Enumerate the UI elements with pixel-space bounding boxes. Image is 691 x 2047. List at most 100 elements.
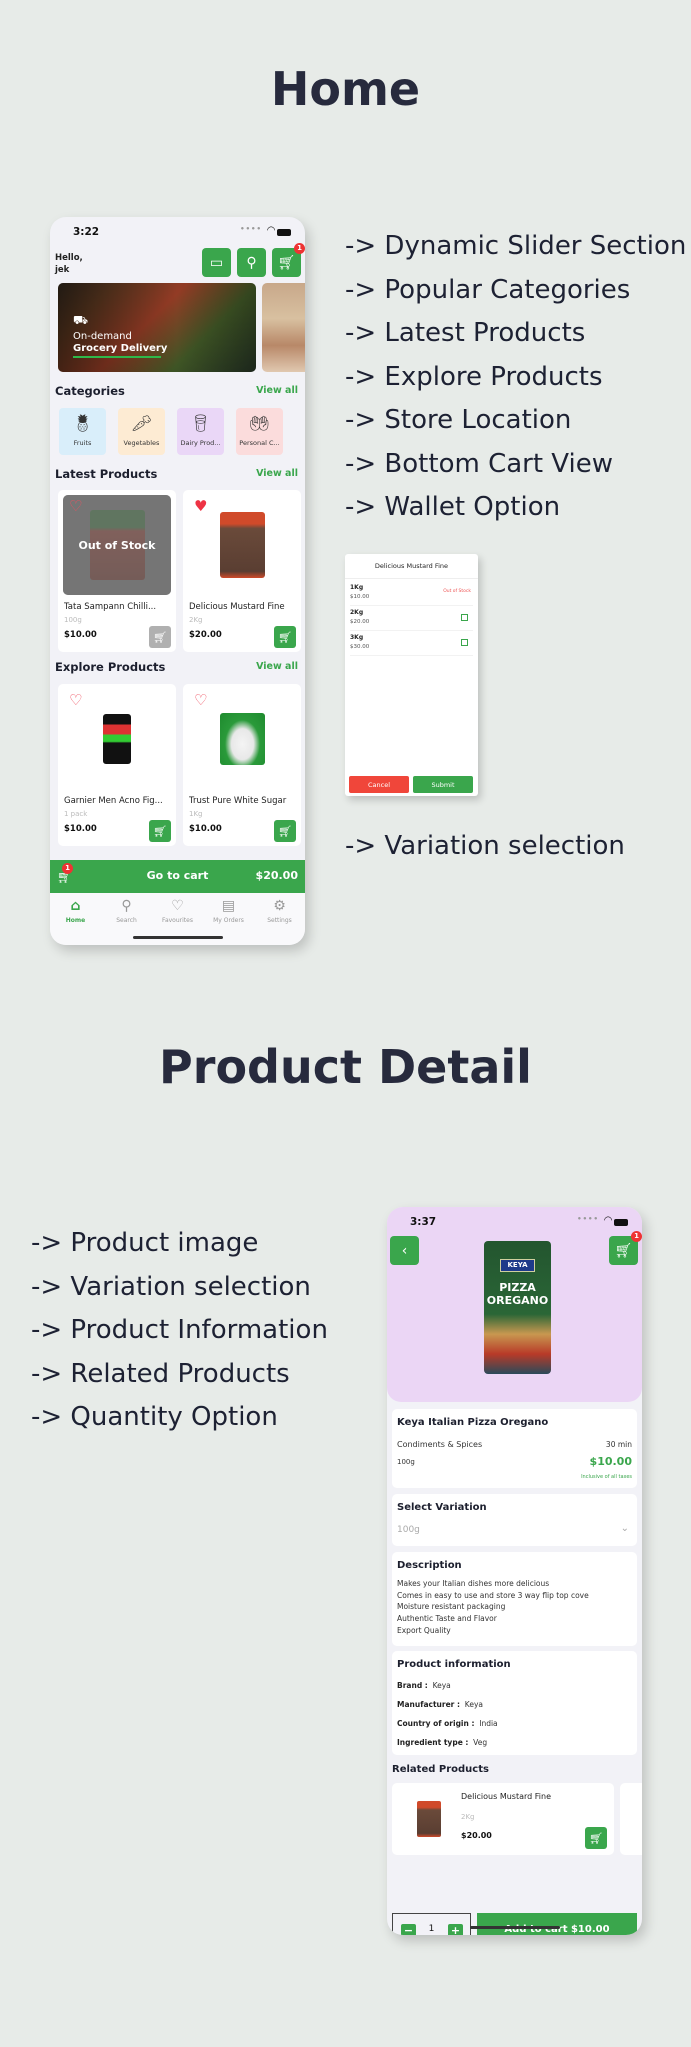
home-indicator (469, 1926, 560, 1929)
delivery-time: 30 min (605, 1440, 632, 1449)
feature-item: -> Product image (31, 1228, 259, 1258)
add-to-cart-button[interactable]: 🛒︎ (149, 820, 171, 842)
feature-item: -> Store Location (345, 405, 572, 435)
go-to-cart-bar[interactable]: 🛒︎ 1 Go to cart $20.00 (50, 860, 305, 893)
status-bar: 3:22 •••• ◠ (50, 225, 305, 241)
add-to-cart-button-disabled[interactable]: 🛒︎ (149, 626, 171, 648)
cancel-button[interactable]: Cancel (349, 776, 409, 793)
feature-item: -> Wallet Option (345, 492, 561, 522)
info-label: Country of origin : (397, 1719, 475, 1728)
description-title: Description (397, 1560, 462, 1571)
variation-price: $20.00 (350, 619, 370, 625)
product-weight: 1Kg (189, 810, 203, 818)
variation-feature-label: -> Variation selection (345, 825, 625, 869)
user-name: jek (55, 265, 70, 275)
categories-view-all-link[interactable]: View all (256, 385, 298, 396)
related-product-card[interactable]: Delicious Mustard Fine 2Kg $20.00 🛒︎ (392, 1783, 614, 1855)
category-fruits[interactable]: 🍍︎ Fruits (59, 408, 106, 455)
description-line: Export Quality (397, 1626, 451, 1635)
variation-price: $30.00 (350, 644, 370, 650)
feature-item: -> Variation selection (31, 1271, 311, 1302)
cart-button[interactable]: 🛒︎ 1 (272, 243, 305, 277)
info-value: Veg (473, 1738, 488, 1747)
add-to-cart-button[interactable]: Add to cart $10.00 (477, 1913, 637, 1935)
info-label: Ingredient type : (397, 1738, 469, 1747)
wallet-button[interactable]: ▭ (202, 248, 231, 277)
variation-checkbox[interactable] (461, 614, 468, 621)
category-personal-care[interactable]: 🤲︎ Personal C... (236, 408, 283, 455)
favourite-heart-outline-icon[interactable]: ♡ (194, 691, 207, 709)
submit-button[interactable]: Submit (413, 776, 473, 793)
tab-label: Settings (267, 917, 292, 924)
favourite-heart-outline-icon[interactable]: ♡ (69, 497, 82, 515)
product-card[interactable]: ♡ Garnier Men Acno Fig... 1 pack $10.00 … (58, 684, 176, 846)
status-time: 3:37 (410, 1216, 437, 1228)
description-line: Comes in easy to use and store 3 way fli… (397, 1591, 589, 1600)
info-row-brand: Brand : Keya (397, 1681, 451, 1690)
chevron-down-icon[interactable]: ⌄ (621, 1523, 629, 1534)
description-line: Moisture resistant packaging (397, 1602, 506, 1611)
variation-checkbox[interactable] (461, 639, 468, 646)
latest-view-all-link[interactable]: View all (256, 468, 298, 479)
variation-weight: 2Kg (350, 609, 364, 616)
variation-option[interactable]: 3Kg $30.00 (350, 631, 473, 656)
banner-line1: On-demand (73, 331, 132, 342)
variation-select-card[interactable]: Select Variation 100g ⌄ (392, 1494, 637, 1546)
add-to-cart-button[interactable]: 🛒︎ (274, 626, 296, 648)
explore-products-title: Explore Products (55, 660, 166, 674)
tab-home[interactable]: ⌂ Home (50, 898, 101, 924)
battery-icon (277, 229, 291, 236)
feature-item: -> Popular Categories (345, 274, 631, 305)
mustard-pack-image (219, 512, 265, 578)
related-product-card-next[interactable] (620, 1783, 642, 1855)
image-text-line: OREGANO (486, 1294, 549, 1307)
add-to-cart-button[interactable]: 🛒︎ (274, 820, 296, 842)
search-icon: ⚲ (121, 898, 132, 914)
cart-badge: 1 (294, 243, 305, 254)
cart-button[interactable]: 🛒︎ 1 (609, 1231, 642, 1265)
tab-label: Favourites (162, 917, 193, 924)
tab-search[interactable]: ⚲ Search (101, 898, 152, 924)
category-vegetables[interactable]: 🥕︎ Vegetables (118, 408, 165, 455)
description-card: Description Makes your Italian dishes mo… (392, 1552, 637, 1646)
tab-settings[interactable]: ⚙ Settings (254, 898, 305, 924)
feature-item: -> Product Information (31, 1315, 328, 1345)
store-location-button[interactable]: ⚲ (237, 248, 266, 277)
favourite-heart-outline-icon[interactable]: ♡ (69, 691, 82, 709)
explore-view-all-link[interactable]: View all (256, 661, 298, 672)
cart-icon: 🛒︎ (153, 630, 167, 644)
variation-selected-value[interactable]: 100g (397, 1525, 420, 1535)
info-row-country: Country of origin : India (397, 1719, 498, 1728)
product-name: Delicious Mustard Fine (189, 602, 285, 612)
garnier-tube-image (103, 714, 131, 764)
tab-my-orders[interactable]: ▤ My Orders (203, 898, 254, 924)
product-card[interactable]: ♡ Trust Pure White Sugar 1Kg $10.00 🛒︎ (183, 684, 301, 846)
back-button[interactable]: ‹ (390, 1236, 419, 1265)
slider-banner[interactable]: ⛟ On-demand Grocery Delivery (58, 283, 256, 372)
product-summary-card: Keya Italian Pizza Oregano Condiments & … (392, 1409, 637, 1488)
banner-underline (73, 356, 161, 358)
signal-icon: •••• (240, 225, 262, 233)
categories-title: Categories (55, 384, 125, 398)
slider-banner-next[interactable] (262, 283, 305, 372)
add-to-cart-button[interactable]: 🛒︎ (585, 1827, 607, 1849)
mustard-pack-image (417, 1801, 441, 1837)
signal-icon: •••• (577, 1215, 599, 1223)
category-dairy[interactable]: 🥛︎ Dairy Prod... (177, 408, 224, 455)
product-card[interactable]: ♥ Delicious Mustard Fine 2Kg $20.00 🛒︎ (183, 490, 301, 652)
product-card[interactable]: Out of Stock ♡ Tata Sampann Chilli... 10… (58, 490, 176, 652)
product-price: $20.00 (189, 630, 222, 640)
product-weight: 2Kg (461, 1813, 475, 1821)
wifi-icon: ◠ (604, 1215, 612, 1226)
chevron-left-icon: ‹ (401, 1242, 408, 1259)
increase-quantity-button[interactable]: + (448, 1924, 463, 1935)
tab-label: Search (116, 917, 137, 924)
tab-favourites[interactable]: ♡ Favourites (152, 898, 203, 924)
info-value: Keya (432, 1681, 451, 1690)
favourite-heart-filled-icon[interactable]: ♥ (194, 497, 207, 515)
variation-option[interactable]: 2Kg $20.00 (350, 606, 473, 631)
cart-icon: 🛒︎ (278, 630, 292, 644)
home-feature-list: -> Dynamic Slider Section -> Popular Cat… (345, 225, 686, 530)
out-of-stock-label: Out of Stock (443, 589, 471, 594)
feature-item: -> Quantity Option (31, 1402, 278, 1432)
